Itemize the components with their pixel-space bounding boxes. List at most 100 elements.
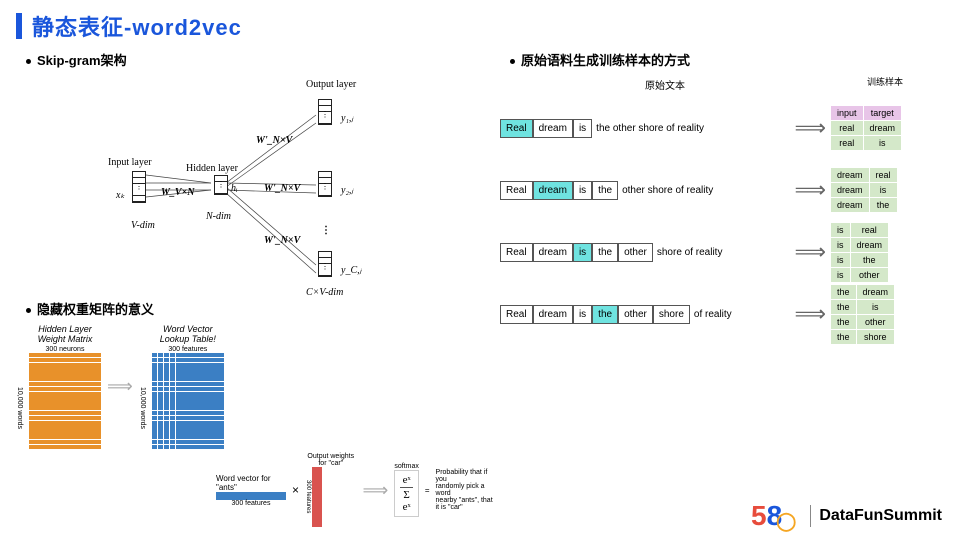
table-cell: the	[831, 299, 857, 314]
context-word: is	[573, 305, 592, 324]
word-vector-block: Word vector for "ants" 300 features	[216, 474, 286, 507]
table-row: dreamreal	[831, 168, 898, 183]
w-nv3-label: W'_N×V	[264, 235, 300, 246]
arrow-icon: ⟹	[794, 177, 822, 203]
context-word: Real	[500, 181, 533, 200]
table-cell: shore	[856, 329, 895, 344]
sentence-row: Realdreamisthe other shore of reality⟹in…	[500, 100, 940, 156]
arch-heading: Skip-gram架构	[26, 50, 496, 69]
table-row: realdream	[831, 121, 902, 136]
blue-matrix	[152, 353, 224, 449]
orange-matrix	[29, 353, 101, 449]
xk-label: xₖ	[116, 190, 125, 201]
title-accent	[16, 13, 22, 39]
words-axis-label-2: 10,000 words	[139, 387, 146, 449]
table-cell: is	[831, 267, 851, 282]
table-cell: is	[863, 136, 902, 151]
sentence-row: Realdreamistheothershoreof reality⟹thedr…	[500, 286, 940, 342]
context-word: Real	[500, 243, 533, 262]
context-word: shore	[653, 305, 690, 324]
footer: 58◯ DataFunSummit	[751, 500, 942, 532]
lookup-block: Word Vector Lookup Table! 300 features	[152, 324, 224, 449]
table-row: theother	[831, 314, 895, 329]
table-row: isthe	[831, 252, 889, 267]
sentence-row: Realdreamistheothershore of reality⟹isre…	[500, 224, 940, 280]
context-word: dream	[533, 119, 573, 138]
table-cell: other	[856, 314, 895, 329]
rest-text: shore of reality	[657, 247, 723, 258]
w-nv2-label: W'_N×V	[264, 183, 300, 194]
table-cell: dream	[831, 183, 870, 198]
context-word: Real	[500, 305, 533, 324]
softmax-block: softmax eˣ Σ eˣ	[394, 463, 419, 517]
arrow-icon: ⟹	[363, 480, 389, 501]
table-cell: the	[831, 284, 857, 299]
skipgram-diagram: Output layer Input layer Hidden layer y₁…	[16, 75, 496, 295]
wv-label: Word vector for "ants"	[216, 474, 286, 492]
right-column: 原始语料生成训练样本的方式 原始文本 训练样本 Realdreamisthe o…	[500, 46, 940, 527]
table-cell: is	[856, 299, 895, 314]
probability-text: Probability that if you randomly pick a …	[436, 469, 496, 511]
table-row: theis	[831, 299, 895, 314]
w-vn-label: W_V×N	[161, 187, 194, 198]
transform-arrow-icon: ⟹	[107, 376, 133, 397]
slide-title: 静态表征-word2vec	[32, 10, 242, 42]
y1-label: y₁,ⱼ	[341, 113, 353, 124]
times-symbol: ×	[292, 483, 299, 497]
context-word: dream	[533, 243, 573, 262]
orig-text-label: 原始文本	[500, 77, 830, 92]
output-layer-label: Output layer	[306, 79, 356, 90]
output-vector-2: ⋮	[318, 171, 332, 197]
features-label: 300 features	[152, 346, 224, 353]
table-row: theshore	[831, 329, 895, 344]
input-layer-label: Input layer	[108, 157, 152, 168]
table-cell: other	[850, 267, 889, 282]
training-pairs-table: dreamrealdreamisdreamthe	[830, 167, 898, 213]
table-cell: dream	[863, 121, 902, 136]
title-bar: 静态表征-word2vec	[0, 0, 960, 46]
table-row: isreal	[831, 222, 889, 237]
center-word: dream	[533, 181, 573, 200]
h1-label: hᵢ	[231, 183, 238, 194]
context-word: other	[618, 243, 653, 262]
train-sample-label: 训练样本	[830, 75, 940, 88]
logo-58: 58◯	[751, 500, 802, 532]
table-row: realis	[831, 136, 902, 151]
table-cell: is	[831, 252, 851, 267]
out-weights-label: Output weights for "car"	[305, 453, 357, 467]
table-cell: the	[831, 314, 857, 329]
lookup-title: Word Vector Lookup Table!	[152, 324, 224, 346]
table-cell: is	[831, 222, 851, 237]
logo-ring-icon: ◯	[776, 511, 796, 531]
table-header: target	[863, 106, 902, 121]
hidden-matrix-title: Hidden Layer Weight Matrix	[29, 324, 101, 346]
context-word: the	[592, 181, 618, 200]
center-word: is	[573, 243, 592, 262]
table-row: dreamthe	[831, 198, 898, 213]
cvdim-label: C×V-dim	[306, 287, 343, 298]
table-cell: the	[850, 252, 889, 267]
word-vector-bar	[216, 492, 286, 500]
rest-text: the other shore of reality	[596, 123, 704, 134]
ndim-label: N-dim	[206, 211, 231, 222]
arrow-icon: ⟹	[794, 115, 822, 141]
center-word: the	[592, 305, 618, 324]
hidden-matrix-block: Hidden Layer Weight Matrix 300 neurons	[29, 324, 101, 449]
output-vector-1: ⋮	[318, 99, 332, 125]
out-features: 300 features	[305, 480, 311, 513]
left-column: Skip-gram架构 O	[16, 46, 496, 527]
weight-matrix-section: 10,000 words Hidden Layer Weight Matrix …	[16, 324, 496, 449]
output-vector-c: ⋮	[318, 251, 332, 277]
table-cell: is	[831, 237, 851, 252]
table-row: thedream	[831, 284, 895, 299]
context-word: the	[592, 243, 618, 262]
table-cell: real	[831, 121, 864, 136]
sentence-row: Realdreamistheother shore of reality⟹dre…	[500, 162, 940, 218]
sample-heading: 原始语料生成训练样本的方式	[510, 50, 940, 69]
training-rows: Realdreamisthe other shore of reality⟹in…	[500, 100, 940, 342]
equals-symbol: =	[425, 486, 430, 495]
table-cell: the	[831, 329, 857, 344]
summit-label: DataFunSummit	[819, 507, 942, 525]
footer-divider	[810, 505, 811, 527]
table-cell: the	[869, 198, 897, 213]
